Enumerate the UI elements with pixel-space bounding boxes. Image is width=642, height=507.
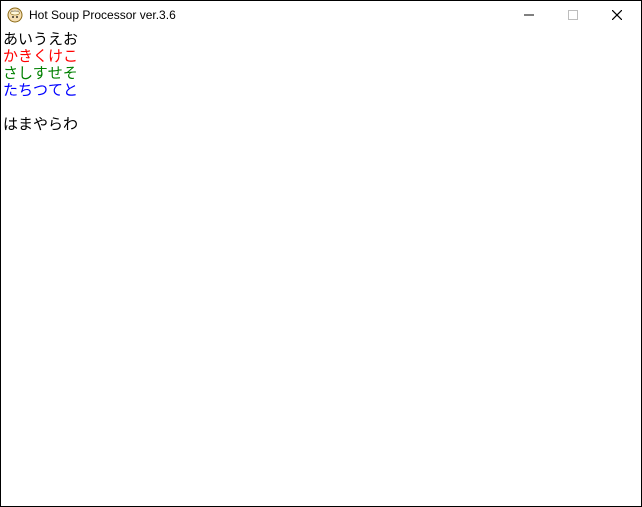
titlebar[interactable]: Hot Soup Processor ver.3.6 [1,1,641,29]
output-line: あいうえお [3,31,641,48]
output-line [3,99,641,116]
window-controls [507,1,639,29]
minimize-button[interactable] [507,1,551,29]
output-line: はまやらわ [3,116,641,133]
output-line: さしすせそ [3,65,641,82]
client-area: あいうえおかきくけこさしすせそたちつてとはまやらわ [1,29,641,506]
output-line: たちつてと [3,82,641,99]
close-button[interactable] [595,1,639,29]
output-line: かきくけこ [3,48,641,65]
app-icon [7,7,23,23]
app-window: Hot Soup Processor ver.3.6 あいうえおかきくけこさしす… [0,0,642,507]
window-title: Hot Soup Processor ver.3.6 [29,8,507,22]
maximize-button[interactable] [551,1,595,29]
